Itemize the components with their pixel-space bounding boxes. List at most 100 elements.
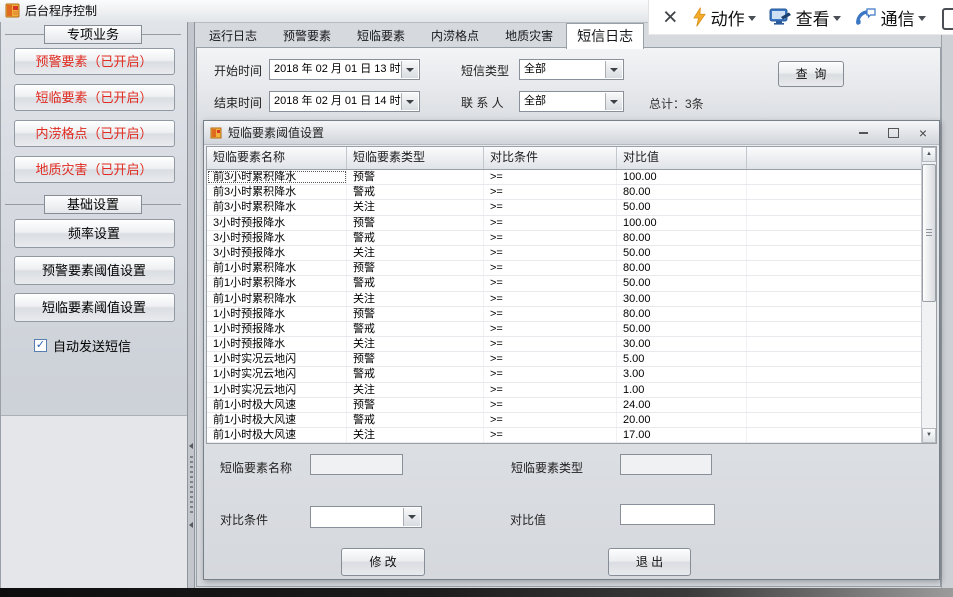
table-row[interactable]: 前1小时极大风速预警>=24.00: [207, 398, 921, 413]
table-cell: 警戒: [347, 413, 484, 427]
column-header[interactable]: 短临要素名称: [207, 147, 347, 169]
table-body: 前3小时累积降水预警>=100.00前3小时累积降水警戒>=80.00前3小时累…: [207, 170, 921, 443]
table-row[interactable]: 前3小时累积降水关注>=50.00: [207, 200, 921, 215]
end-time-picker[interactable]: 2018 年 02 月 01 日 14 时: [269, 91, 420, 112]
table-main: 短临要素名称短临要素类型对比条件对比值 前3小时累积降水预警>=100.00前3…: [207, 147, 921, 443]
column-header[interactable]: 对比条件: [484, 147, 617, 169]
table-cell: >=: [484, 413, 617, 427]
contact-select[interactable]: 全部: [519, 91, 624, 112]
vertical-scrollbar[interactable]: ▲ ▼: [921, 147, 936, 443]
sidebar-button[interactable]: 短临要素（已开启）: [14, 84, 175, 111]
window-title: 后台程序控制: [25, 0, 97, 22]
table-cell: >=: [484, 231, 617, 245]
table-row[interactable]: 1小时预报降水关注>=30.00: [207, 337, 921, 352]
table-row[interactable]: 1小时实况云地闪预警>=5.00: [207, 352, 921, 367]
auto-send-checkbox[interactable]: [34, 339, 47, 352]
table-row[interactable]: 1小时预报降水警戒>=50.00: [207, 322, 921, 337]
table-cell: 24.00: [617, 398, 747, 412]
tab-item[interactable]: 内涝格点: [418, 25, 492, 47]
table-row[interactable]: 前1小时累积降水关注>=30.00: [207, 292, 921, 307]
table-cell: [747, 261, 921, 275]
sidebar-button[interactable]: 地质灾害（已开启）: [14, 156, 175, 183]
table-row[interactable]: 前3小时累积降水预警>=100.00: [207, 170, 921, 185]
table-row[interactable]: 前1小时累积降水预警>=80.00: [207, 261, 921, 276]
table-cell: 前1小时累积降水: [207, 261, 347, 275]
close-icon[interactable]: ×: [919, 126, 927, 140]
modify-button[interactable]: 修 改: [341, 548, 425, 576]
maximize-icon[interactable]: [888, 128, 899, 138]
sidebar-button[interactable]: 内涝格点（已开启）: [14, 120, 175, 147]
table-cell: >=: [484, 261, 617, 275]
table-row[interactable]: 3小时预报降水警戒>=80.00: [207, 231, 921, 246]
table-cell: [747, 216, 921, 230]
tab-item[interactable]: 运行日志: [196, 25, 270, 47]
table-row[interactable]: 1小时实况云地闪警戒>=3.00: [207, 367, 921, 382]
table-cell: 警戒: [347, 276, 484, 290]
table-row[interactable]: 1小时实况云地闪关注>=1.00: [207, 383, 921, 398]
dialog-icon: [210, 127, 222, 139]
splitter-collapse-icon: [189, 443, 193, 449]
dialog-window-buttons: ×: [859, 126, 939, 140]
form-name-input[interactable]: [310, 454, 403, 475]
table-row[interactable]: 前1小时极大风速警戒>=20.00: [207, 413, 921, 428]
form-value-input[interactable]: [620, 504, 715, 525]
table-cell: >=: [484, 276, 617, 290]
table-row[interactable]: 前1小时极大风速关注>=17.00: [207, 428, 921, 443]
table-cell: 30.00: [617, 337, 747, 351]
form-cond-label: 对比条件: [220, 511, 268, 528]
column-header[interactable]: [747, 147, 921, 169]
tab-item[interactable]: 短信日志: [566, 23, 644, 49]
table-row[interactable]: 3小时预报降水预警>=100.00: [207, 216, 921, 231]
table-cell: [747, 185, 921, 199]
table-row[interactable]: 前3小时累积降水警戒>=80.00: [207, 185, 921, 200]
table-row[interactable]: 3小时预报降水关注>=50.00: [207, 246, 921, 261]
table-cell: >=: [484, 398, 617, 412]
dropdown-arrow-icon[interactable]: [401, 93, 418, 110]
table-cell: >=: [484, 200, 617, 214]
scrollbar-track[interactable]: [922, 162, 936, 428]
column-header[interactable]: 对比值: [617, 147, 747, 169]
tab-item[interactable]: 预警要素: [270, 25, 344, 47]
threshold-table: 短临要素名称短临要素类型对比条件对比值 前3小时累积降水预警>=100.00前3…: [206, 146, 937, 444]
table-cell: 3小时预报降水: [207, 216, 347, 230]
sidebar-button[interactable]: 短临要素阈值设置: [14, 293, 175, 322]
table-row[interactable]: 前1小时累积降水警戒>=50.00: [207, 276, 921, 291]
dropdown-arrow-icon[interactable]: [401, 61, 418, 78]
sidebar-button[interactable]: 预警要素阈值设置: [14, 256, 175, 285]
auto-send-row[interactable]: 自动发送短信: [34, 336, 187, 355]
search-button[interactable]: 查 询: [778, 61, 844, 87]
auto-send-label: 自动发送短信: [53, 336, 131, 355]
table-cell: 前3小时累积降水: [207, 170, 347, 184]
splitter-grip: [190, 456, 193, 516]
column-header[interactable]: 短临要素类型: [347, 147, 484, 169]
table-row[interactable]: 1小时预报降水预警>=80.00: [207, 307, 921, 322]
table-cell: 100.00: [617, 170, 747, 184]
dropdown-arrow-icon[interactable]: [605, 61, 622, 78]
table-cell: 30.00: [617, 292, 747, 306]
sms-type-select[interactable]: 全部: [519, 59, 624, 80]
sidebar-splitter[interactable]: [187, 22, 195, 588]
exit-button[interactable]: 退 出: [608, 548, 691, 576]
scrollbar-thumb[interactable]: [922, 164, 936, 302]
scroll-down-icon[interactable]: ▼: [922, 428, 936, 443]
start-time-picker[interactable]: 2018 年 02 月 01 日 13 时: [269, 59, 420, 80]
table-cell: 1小时预报降水: [207, 322, 347, 336]
table-cell: 50.00: [617, 276, 747, 290]
dropdown-arrow-icon[interactable]: [605, 93, 622, 110]
table-cell: [747, 170, 921, 184]
table-cell: 前1小时极大风速: [207, 398, 347, 412]
scroll-up-icon[interactable]: ▲: [922, 147, 936, 162]
tab-item[interactable]: 短临要素: [344, 25, 418, 47]
minimize-icon[interactable]: [859, 132, 868, 134]
table-cell: >=: [484, 216, 617, 230]
start-time-label: 开始时间: [214, 62, 262, 79]
lightning-icon: [692, 7, 707, 27]
table-cell: 关注: [347, 337, 484, 351]
sidebar-button[interactable]: 预警要素（已开启）: [14, 48, 175, 75]
form-type-input[interactable]: [620, 454, 712, 475]
dropdown-arrow-icon[interactable]: [403, 508, 420, 526]
tab-item[interactable]: 地质灾害: [492, 25, 566, 47]
sidebar-button[interactable]: 频率设置: [14, 219, 175, 248]
table-cell: 预警: [347, 352, 484, 366]
form-cond-select[interactable]: [310, 506, 422, 528]
